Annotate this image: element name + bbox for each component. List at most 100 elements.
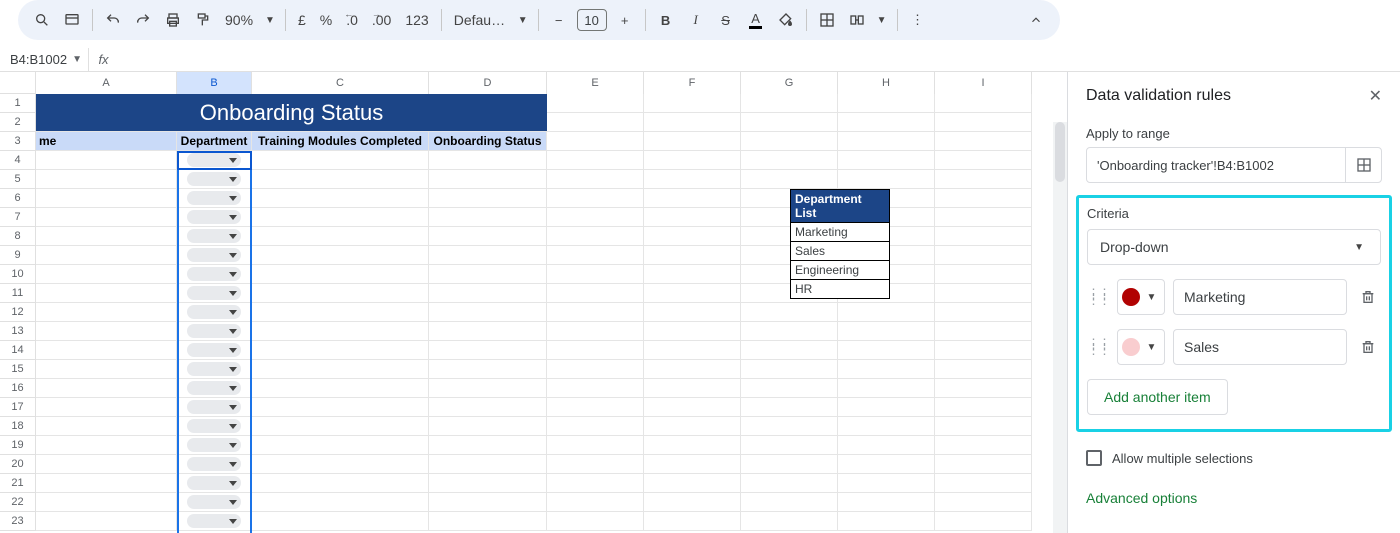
cell[interactable] bbox=[547, 436, 644, 455]
row-header[interactable]: 17 bbox=[0, 398, 36, 417]
cell[interactable] bbox=[252, 246, 429, 265]
cell[interactable] bbox=[429, 474, 547, 493]
cell[interactable] bbox=[838, 360, 935, 379]
cell[interactable] bbox=[838, 398, 935, 417]
cell[interactable] bbox=[177, 341, 252, 360]
criteria-type-select[interactable]: Drop-down ▼ bbox=[1087, 229, 1381, 265]
cell[interactable] bbox=[36, 303, 177, 322]
cell[interactable] bbox=[177, 455, 252, 474]
strikethrough-button[interactable]: S bbox=[712, 6, 740, 34]
cell[interactable] bbox=[935, 265, 1032, 284]
row-header[interactable]: 15 bbox=[0, 360, 36, 379]
cell[interactable] bbox=[935, 417, 1032, 436]
more-toolbar-button[interactable]: ⋮ bbox=[904, 6, 932, 34]
item-color-picker[interactable]: ▼ bbox=[1117, 279, 1165, 315]
dropdown-chip[interactable] bbox=[187, 267, 241, 281]
cell[interactable] bbox=[177, 246, 252, 265]
item-color-picker[interactable]: ▼ bbox=[1117, 329, 1165, 365]
item-value-input[interactable]: Marketing bbox=[1173, 279, 1347, 315]
bold-button[interactable]: B bbox=[652, 6, 680, 34]
dropdown-chip[interactable] bbox=[187, 210, 241, 224]
cell[interactable] bbox=[838, 417, 935, 436]
dropdown-chip[interactable] bbox=[187, 229, 241, 243]
cell[interactable] bbox=[935, 132, 1032, 151]
row-header[interactable]: 13 bbox=[0, 322, 36, 341]
cell[interactable] bbox=[741, 417, 838, 436]
cell[interactable] bbox=[644, 398, 741, 417]
column-header-A[interactable]: A bbox=[36, 72, 177, 94]
collapse-toolbar-button[interactable] bbox=[1022, 6, 1050, 34]
increase-font-button[interactable]: + bbox=[611, 6, 639, 34]
dropdown-chip[interactable] bbox=[187, 362, 241, 376]
row-header[interactable]: 9 bbox=[0, 246, 36, 265]
cell[interactable] bbox=[429, 341, 547, 360]
apply-range-input[interactable]: 'Onboarding tracker'!B4:B1002 bbox=[1086, 147, 1382, 183]
cell[interactable] bbox=[741, 512, 838, 531]
cell[interactable] bbox=[741, 322, 838, 341]
cell[interactable] bbox=[644, 94, 741, 113]
cell[interactable] bbox=[429, 360, 547, 379]
row-header[interactable]: 8 bbox=[0, 227, 36, 246]
cell[interactable] bbox=[177, 151, 252, 170]
cell[interactable] bbox=[644, 322, 741, 341]
more-formats-button[interactable]: 123 bbox=[399, 12, 434, 28]
cell[interactable] bbox=[36, 341, 177, 360]
cell[interactable] bbox=[252, 170, 429, 189]
print-icon[interactable] bbox=[159, 6, 187, 34]
cell[interactable] bbox=[36, 512, 177, 531]
column-header-C[interactable]: C bbox=[252, 72, 429, 94]
cell[interactable] bbox=[741, 436, 838, 455]
dropdown-chip[interactable] bbox=[187, 324, 241, 338]
cell[interactable] bbox=[741, 360, 838, 379]
cell[interactable] bbox=[741, 493, 838, 512]
cell[interactable] bbox=[429, 436, 547, 455]
cell[interactable] bbox=[429, 455, 547, 474]
cell[interactable] bbox=[935, 227, 1032, 246]
cell[interactable] bbox=[252, 493, 429, 512]
dropdown-chip[interactable] bbox=[187, 305, 241, 319]
cell[interactable] bbox=[741, 94, 838, 113]
cell[interactable] bbox=[935, 474, 1032, 493]
cell[interactable] bbox=[36, 246, 177, 265]
cell[interactable] bbox=[644, 455, 741, 474]
dropdown-chip[interactable] bbox=[187, 248, 241, 262]
row-header[interactable]: 4 bbox=[0, 151, 36, 170]
cell[interactable] bbox=[838, 303, 935, 322]
dropdown-chip[interactable] bbox=[187, 286, 241, 300]
cell[interactable] bbox=[547, 322, 644, 341]
column-header-F[interactable]: F bbox=[644, 72, 741, 94]
undo-icon[interactable] bbox=[99, 6, 127, 34]
cell[interactable] bbox=[177, 512, 252, 531]
cell[interactable] bbox=[252, 208, 429, 227]
cell[interactable] bbox=[252, 360, 429, 379]
row-header[interactable]: 10 bbox=[0, 265, 36, 284]
cell[interactable] bbox=[429, 322, 547, 341]
text-color-button[interactable]: A bbox=[742, 6, 770, 34]
cell[interactable] bbox=[36, 227, 177, 246]
fill-color-button[interactable] bbox=[772, 6, 800, 34]
cell[interactable] bbox=[838, 94, 935, 113]
cell[interactable] bbox=[935, 170, 1032, 189]
cell[interactable] bbox=[429, 284, 547, 303]
cell[interactable] bbox=[935, 303, 1032, 322]
cell[interactable] bbox=[741, 132, 838, 151]
cell[interactable] bbox=[547, 303, 644, 322]
paint-format-icon[interactable] bbox=[189, 6, 217, 34]
cell[interactable] bbox=[935, 379, 1032, 398]
cell[interactable] bbox=[36, 360, 177, 379]
cell[interactable] bbox=[252, 265, 429, 284]
dropdown-chip[interactable] bbox=[187, 400, 241, 414]
chevron-down-icon[interactable]: ▼ bbox=[72, 54, 82, 65]
cell[interactable] bbox=[36, 170, 177, 189]
decrease-font-button[interactable]: − bbox=[545, 6, 573, 34]
row-header[interactable]: 20 bbox=[0, 455, 36, 474]
cell[interactable] bbox=[644, 265, 741, 284]
row-header[interactable]: 14 bbox=[0, 341, 36, 360]
cell[interactable] bbox=[741, 113, 838, 132]
cell[interactable] bbox=[36, 436, 177, 455]
cell[interactable] bbox=[36, 474, 177, 493]
cell[interactable] bbox=[547, 474, 644, 493]
cell[interactable] bbox=[838, 113, 935, 132]
cell[interactable] bbox=[644, 417, 741, 436]
cell[interactable] bbox=[935, 113, 1032, 132]
